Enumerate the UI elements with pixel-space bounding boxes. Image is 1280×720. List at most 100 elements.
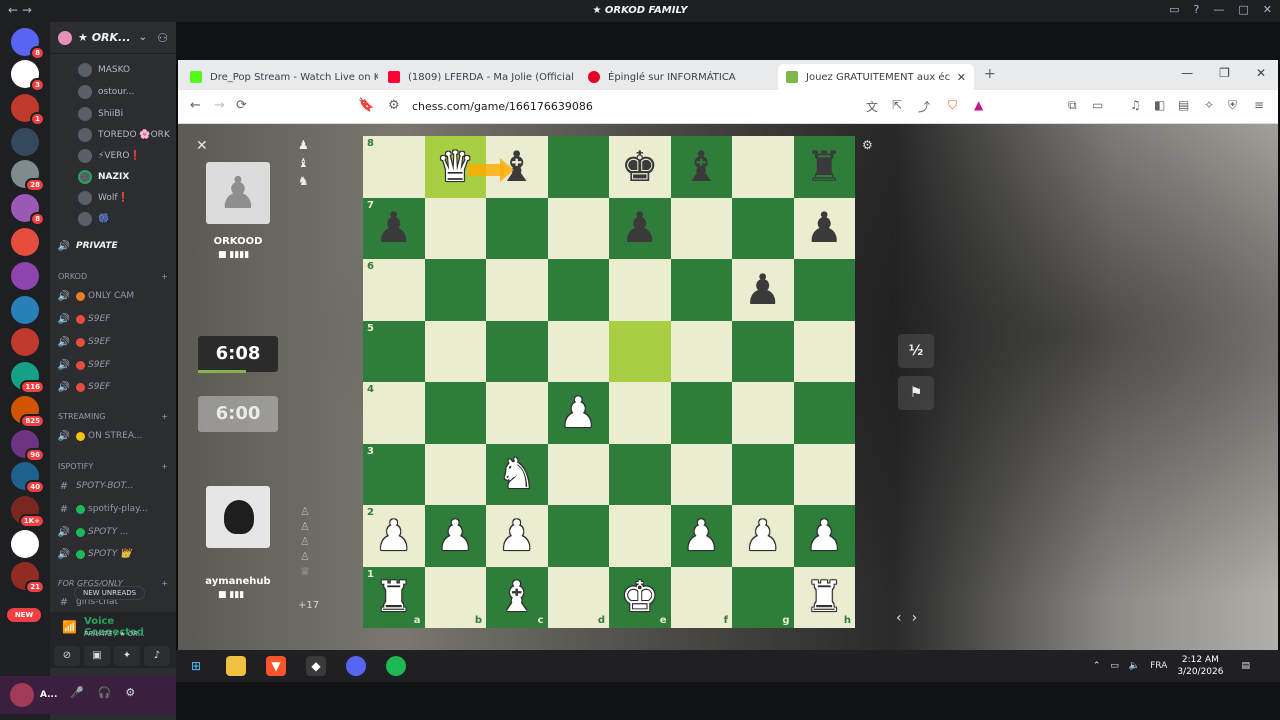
close-icon[interactable]: ✕: [1263, 3, 1272, 16]
category-streaming[interactable]: STREAMING +: [58, 412, 168, 421]
voice-user[interactable]: ⚡VERO❗: [78, 146, 141, 166]
square-a6[interactable]: 6: [363, 259, 425, 321]
leo-ai-icon[interactable]: ✧: [1204, 98, 1214, 112]
white-pawn-icon[interactable]: ♟: [375, 514, 413, 557]
server-icon[interactable]: 8: [11, 194, 45, 226]
category-orkod[interactable]: Orkod +: [58, 272, 168, 281]
channel-spoty[interactable]: 🔊 SPOTY ...: [56, 522, 170, 542]
translate-icon[interactable]: 文: [866, 98, 878, 115]
channel-s9ef[interactable]: 🔊 S9EF: [56, 332, 170, 352]
voice-user[interactable]: ostour...: [78, 82, 134, 102]
headphones-icon[interactable]: 🎧: [98, 686, 112, 699]
windows-start-icon[interactable]: ⊞: [186, 656, 206, 676]
square-g8[interactable]: [732, 136, 794, 198]
channel-spotify-play[interactable]: # spotify-play...: [56, 499, 170, 519]
square-b5[interactable]: [424, 320, 486, 382]
server-icon[interactable]: 116: [11, 362, 45, 394]
server-icon[interactable]: 96: [11, 430, 45, 462]
server-icon[interactable]: [11, 328, 39, 356]
square-h5[interactable]: [793, 320, 855, 382]
avatar[interactable]: [10, 683, 34, 707]
voice-user[interactable]: ShiiBi: [78, 104, 123, 124]
square-a8[interactable]: 8: [363, 136, 425, 198]
channel-only-cam[interactable]: 🔊 ONLY CAM: [56, 286, 170, 306]
white-pawn-icon[interactable]: ♟: [682, 514, 720, 557]
square-d4[interactable]: ♟: [547, 382, 609, 444]
square-c5[interactable]: [486, 320, 548, 382]
square-e3[interactable]: [609, 443, 671, 505]
square-c2[interactable]: ♟: [486, 505, 548, 567]
share-icon[interactable]: ⤴: [918, 98, 930, 115]
square-f4[interactable]: [670, 382, 732, 444]
voice-user[interactable]: NAZIX: [78, 167, 129, 187]
square-b4[interactable]: [424, 382, 486, 444]
tab-pinterest[interactable]: Épinglé sur INFORMÁTICA: [580, 64, 776, 90]
minimize-icon[interactable]: —: [1213, 3, 1224, 16]
channel-on-stream[interactable]: 🔊 ON STREA...: [56, 426, 170, 446]
channel-s9ef[interactable]: 🔊 S9EF: [56, 377, 170, 397]
open-external-icon[interactable]: ⇱: [892, 98, 902, 112]
resign-flag-icon[interactable]: ⚑: [898, 376, 934, 410]
square-h4[interactable]: [793, 382, 855, 444]
square-a2[interactable]: 2 ♟: [363, 505, 425, 567]
black-pawn-icon[interactable]: ♟: [375, 207, 413, 249]
opponent-avatar[interactable]: ♟: [206, 162, 270, 224]
volume-icon[interactable]: 🔈: [1129, 661, 1140, 671]
square-c3[interactable]: ♞: [486, 443, 548, 505]
square-b7[interactable]: [424, 197, 486, 259]
close-icon[interactable]: ✕: [1256, 66, 1266, 80]
square-b2[interactable]: ♟: [424, 505, 486, 567]
square-e7[interactable]: ♟: [609, 197, 671, 259]
new-tab-button[interactable]: +: [984, 66, 996, 82]
square-e6[interactable]: [609, 259, 671, 321]
player-name[interactable]: aymanehub: [198, 576, 278, 587]
reload-icon[interactable]: ⟳: [236, 98, 247, 113]
square-b1[interactable]: b: [424, 566, 486, 628]
discord-home-icon[interactable]: 8: [11, 28, 45, 60]
offer-draw-button[interactable]: ½: [898, 334, 934, 368]
square-h1[interactable]: h ♜: [793, 566, 855, 628]
white-pawn-icon[interactable]: ♟: [559, 391, 597, 434]
forward-icon[interactable]: →: [214, 98, 225, 113]
add-channel-icon[interactable]: +: [161, 462, 168, 471]
opponent-name[interactable]: ORKOOD: [198, 236, 278, 247]
maximize-icon[interactable]: □: [1238, 3, 1248, 16]
microphone-icon[interactable]: 🎤: [70, 686, 84, 699]
black-king-icon[interactable]: ♚: [621, 145, 659, 188]
white-bishop-icon[interactable]: ♝: [498, 576, 536, 618]
language-indicator[interactable]: FRA: [1150, 661, 1167, 671]
white-rook-icon[interactable]: ♜: [805, 576, 843, 618]
square-a7[interactable]: 7 ♟: [363, 197, 425, 259]
square-b6[interactable]: [424, 259, 486, 321]
soundboard-icon[interactable]: ♪: [144, 646, 170, 666]
channel-spoty[interactable]: 🔊 SPOTY 👑: [56, 544, 170, 564]
square-f7[interactable]: [670, 197, 732, 259]
voice-user[interactable]: Wolf❗: [78, 188, 129, 208]
square-d3[interactable]: [547, 443, 609, 505]
previous-move-icon[interactable]: ‹: [896, 610, 902, 626]
add-channel-icon[interactable]: +: [161, 272, 168, 281]
user-name[interactable]: A...: [40, 690, 57, 700]
white-pawn-icon[interactable]: ♟: [498, 514, 536, 557]
add-member-icon[interactable]: ⚇: [157, 31, 168, 45]
square-h6[interactable]: [793, 259, 855, 321]
square-h3[interactable]: [793, 443, 855, 505]
square-f8[interactable]: ♝: [670, 136, 732, 198]
brave-shield-icon[interactable]: ⛉: [948, 98, 957, 113]
server-icon[interactable]: 3: [11, 60, 45, 92]
site-info-icon[interactable]: ⚙: [388, 98, 400, 113]
square-b3[interactable]: [424, 443, 486, 505]
new-badge[interactable]: NEW: [7, 608, 41, 622]
square-e1[interactable]: e ♚: [609, 566, 671, 628]
discord-icon[interactable]: [346, 656, 366, 676]
square-c6[interactable]: [486, 259, 548, 321]
square-c4[interactable]: [486, 382, 548, 444]
square-f6[interactable]: [670, 259, 732, 321]
add-channel-icon[interactable]: +: [161, 412, 168, 421]
back-icon[interactable]: ←: [190, 98, 201, 113]
square-e4[interactable]: [609, 382, 671, 444]
minimize-icon[interactable]: —: [1181, 66, 1193, 80]
voice-user[interactable]: MASKO: [78, 60, 130, 80]
guild-header[interactable]: ★ ORK... ⌄ ⚇: [50, 22, 176, 54]
server-icon[interactable]: 21: [11, 562, 45, 594]
